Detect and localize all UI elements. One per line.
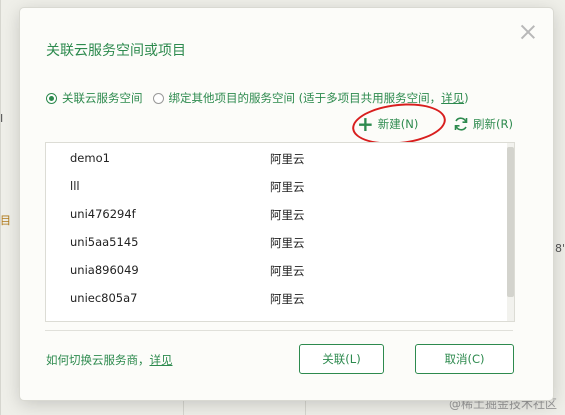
space-name: demo1 [70,151,110,165]
link-cloud-space-dialog: 关联云服务空间或项目 关联云服务空间 绑定其他项目的服务空间 (适于多项目共用服… [20,8,553,400]
space-provider: 阿里云 [270,180,305,194]
bg-divider [183,400,184,415]
new-space-button[interactable]: + 新建(N) [357,112,419,136]
list-item[interactable]: unia896049 阿里云 [46,255,514,283]
list-scrollbar[interactable] [507,143,514,321]
space-provider: 阿里云 [270,264,305,278]
new-space-label: 新建(N) [377,117,419,131]
space-type-options: 关联云服务空间 绑定其他项目的服务空间 (适于多项目共用服务空间， 详见 ) [46,90,469,106]
bg-divider [305,400,306,415]
switch-provider-text: 如何切换云服务商， [46,353,150,367]
list-item[interactable]: uniec805a7 阿里云 [46,283,514,311]
refresh-label: 刷新(R) [473,117,513,131]
bg-divider [0,0,1,415]
space-provider: 阿里云 [270,208,305,222]
scrollbar-thumb[interactable] [507,147,514,297]
radio-link-space[interactable] [46,92,57,104]
space-name: uniec805a7 [70,291,138,305]
bg-fragment: I [0,112,4,125]
switch-provider-link[interactable]: 详见 [150,353,173,367]
radio-bind-other-project-label[interactable]: 绑定其他项目的服务空间 (适于多项目共用服务空间， [169,90,442,106]
cancel-button[interactable]: 取消(C) [415,344,514,374]
space-provider: 阿里云 [270,292,305,306]
space-name: lll [70,179,80,193]
space-name: uni476294f [70,207,136,221]
space-provider: 阿里云 [270,152,305,166]
dialog-title: 关联云服务空间或项目 [46,43,186,59]
switch-provider-hint: 如何切换云服务商，详见 [46,352,173,368]
details-link[interactable]: 详见 [441,90,464,106]
radio-bind-other-project[interactable] [152,92,164,104]
space-provider: 阿里云 [270,236,305,250]
refresh-icon [454,117,468,131]
space-name: unia896049 [70,263,139,277]
list-item[interactable]: uni476294f 阿里云 [46,199,514,227]
list-item[interactable]: demo1 阿里云 [46,143,514,171]
close-icon[interactable] [518,22,538,42]
plus-icon: + [357,112,374,136]
bg-fragment: 目 [0,214,11,227]
footer-divider [45,330,513,331]
radio-link-space-label[interactable]: 关联云服务空间 [62,90,143,106]
list-item[interactable]: lll 阿里云 [46,171,514,199]
bg-fragment: 8' [555,242,565,255]
space-name: uni5aa5145 [70,235,139,249]
radio-label-suffix: ) [464,91,469,105]
cloud-space-list: demo1 阿里云 lll 阿里云 uni476294f 阿里云 uni5aa5… [45,142,515,322]
refresh-button[interactable]: 刷新(R) [453,116,513,132]
list-item[interactable]: uni5aa5145 阿里云 [46,227,514,255]
link-button[interactable]: 关联(L) [299,344,384,374]
